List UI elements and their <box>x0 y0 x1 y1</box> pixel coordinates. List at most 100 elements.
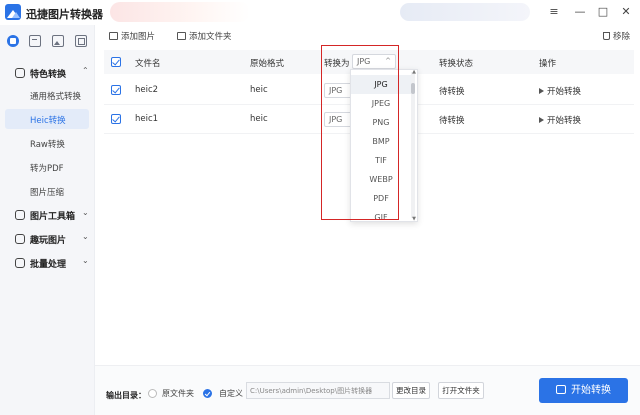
picture-icon <box>15 234 25 244</box>
trash-icon <box>603 32 610 40</box>
scroll-up-icon[interactable]: ▲ <box>412 70 416 75</box>
output-path-input[interactable]: C:\Users\admin\Desktop\图片转换器 <box>246 382 390 399</box>
close-button[interactable]: ✕ <box>618 4 634 20</box>
remove-button[interactable]: 移除 <box>603 30 630 42</box>
start-all-label: 开始转换 <box>571 385 611 396</box>
format-option-bmp[interactable]: BMP <box>351 132 411 151</box>
start-all-button[interactable]: 开始转换 <box>539 378 628 403</box>
format-dropdown: JPG JPEG PNG BMP TIF WEBP PDF GIF ▲ ▼ <box>350 69 418 222</box>
format-option-tif[interactable]: TIF <box>351 151 411 170</box>
sidebar-section-fun-image[interactable]: 趣玩图片 ⌄ <box>0 230 95 248</box>
row-checkbox[interactable] <box>111 85 121 95</box>
dropdown-scrollbar[interactable] <box>411 72 415 218</box>
add-folder-button[interactable]: 添加文件夹 <box>177 30 232 42</box>
header-convert-to: 转换为 <box>324 59 350 69</box>
scrollbar-thumb[interactable] <box>411 83 415 94</box>
chevron-down-icon: ⌄ <box>82 232 89 241</box>
app-logo-icon <box>5 4 21 20</box>
add-folder-label: 添加文件夹 <box>189 32 232 42</box>
remove-label: 移除 <box>613 32 631 42</box>
image-icon[interactable] <box>52 35 64 47</box>
folder-icon <box>177 32 186 40</box>
menu-icon[interactable]: ≡ <box>546 4 562 20</box>
format-option-pdf[interactable]: PDF <box>351 189 411 208</box>
chevron-down-icon: ⌄ <box>82 256 89 265</box>
header-original-format: 原始格式 <box>250 59 285 69</box>
add-image-label: 添加图片 <box>121 32 156 42</box>
format-option-webp[interactable]: WEBP <box>351 170 411 189</box>
minimize-button[interactable]: — <box>572 4 588 20</box>
sidebar-top-icons <box>0 35 95 51</box>
header-format-select[interactable]: JPG ^ <box>352 54 396 69</box>
format-option-png[interactable]: PNG <box>351 113 411 132</box>
title-bar: 迅捷图片转换器 ≡ — □ ✕ <box>0 0 640 25</box>
sidebar: 特色转换 ⌃ 通用格式转换 Heic转换 Raw转换 转为PDF 图片压缩 图片… <box>0 25 95 415</box>
option-original-label: 原文件夹 <box>162 389 194 398</box>
row-start-button[interactable]: 开始转换 <box>539 114 581 126</box>
sidebar-section-feature-convert[interactable]: 特色转换 ⌃ <box>0 64 95 82</box>
header-filename: 文件名 <box>135 59 161 69</box>
change-dir-button[interactable]: 更改目录 <box>392 382 430 399</box>
row-start-label: 开始转换 <box>547 87 582 97</box>
row-start-button[interactable]: 开始转换 <box>539 85 581 97</box>
row-format: heic <box>250 85 268 95</box>
sidebar-section-toolbox[interactable]: 图片工具箱 ⌄ <box>0 206 95 224</box>
toolbox-icon <box>15 210 25 220</box>
output-dir-label: 输出目录： <box>106 391 146 400</box>
sidebar-item-label: 通用格式转换 <box>30 92 82 102</box>
format-option-jpg[interactable]: JPG <box>351 75 411 94</box>
batch-icon <box>15 258 25 268</box>
account-area <box>400 3 530 21</box>
sidebar-section-batch[interactable]: 批量处理 ⌄ <box>0 254 95 272</box>
option-custom-label: 自定义 <box>219 389 243 398</box>
format-option-jpeg[interactable]: JPEG <box>351 94 411 113</box>
header-status: 转换状态 <box>439 59 474 69</box>
format-option-gif[interactable]: GIF <box>351 208 411 221</box>
play-icon <box>539 88 544 94</box>
row-checkbox[interactable] <box>111 114 121 124</box>
sidebar-item-label: Heic转换 <box>30 116 66 126</box>
row-format-value: JPG <box>329 115 343 124</box>
select-all-checkbox[interactable] <box>111 57 121 67</box>
sidebar-item-raw-convert[interactable]: Raw转换 <box>5 133 89 153</box>
sidebar-item-compress[interactable]: 图片压缩 <box>5 181 89 201</box>
row-filename: heic1 <box>135 114 159 124</box>
sidebar-item-to-pdf[interactable]: 转为PDF <box>5 157 89 177</box>
sidebar-item-label: 图片压缩 <box>30 188 65 198</box>
sidebar-section-label: 趣玩图片 <box>30 236 67 246</box>
chevron-up-icon: ⌃ <box>82 66 89 75</box>
sidebar-item-label: 转为PDF <box>30 164 64 174</box>
copy-icon[interactable] <box>75 35 87 47</box>
maximize-button[interactable]: □ <box>595 4 611 20</box>
play-icon <box>539 117 544 123</box>
convert-icon[interactable] <box>29 35 41 47</box>
header-format-value: JPG <box>357 57 371 66</box>
convert-icon <box>556 385 566 394</box>
row-format: heic <box>250 114 268 124</box>
row-format-value: JPG <box>329 86 343 95</box>
app-title: 迅捷图片转换器 <box>26 8 103 21</box>
radio-original-folder[interactable] <box>148 389 157 398</box>
row-start-label: 开始转换 <box>547 116 582 126</box>
row-status: 待转换 <box>439 87 465 97</box>
chevron-down-icon: ⌄ <box>82 208 89 217</box>
open-folder-button[interactable]: 打开文件夹 <box>438 382 484 399</box>
chevron-up-icon: ^ <box>385 57 391 65</box>
toolbar: 添加图片 添加文件夹 移除 <box>95 25 640 47</box>
radio-custom-folder[interactable] <box>203 389 212 398</box>
row-filename: heic2 <box>135 85 159 95</box>
sidebar-section-label: 特色转换 <box>30 70 67 80</box>
add-image-button[interactable]: 添加图片 <box>109 30 155 42</box>
sidebar-item-heic-convert[interactable]: Heic转换 <box>5 109 89 129</box>
home-icon[interactable] <box>7 35 19 47</box>
sidebar-item-general-convert[interactable]: 通用格式转换 <box>5 85 89 105</box>
scroll-down-icon[interactable]: ▼ <box>412 216 416 221</box>
add-image-icon <box>109 32 118 40</box>
banner-area <box>110 2 250 22</box>
refresh-icon <box>15 68 25 78</box>
row-status: 待转换 <box>439 116 465 126</box>
sidebar-section-label: 批量处理 <box>30 260 67 270</box>
header-action: 操作 <box>539 59 557 69</box>
sidebar-item-label: Raw转换 <box>30 140 65 150</box>
sidebar-section-label: 图片工具箱 <box>30 212 76 222</box>
